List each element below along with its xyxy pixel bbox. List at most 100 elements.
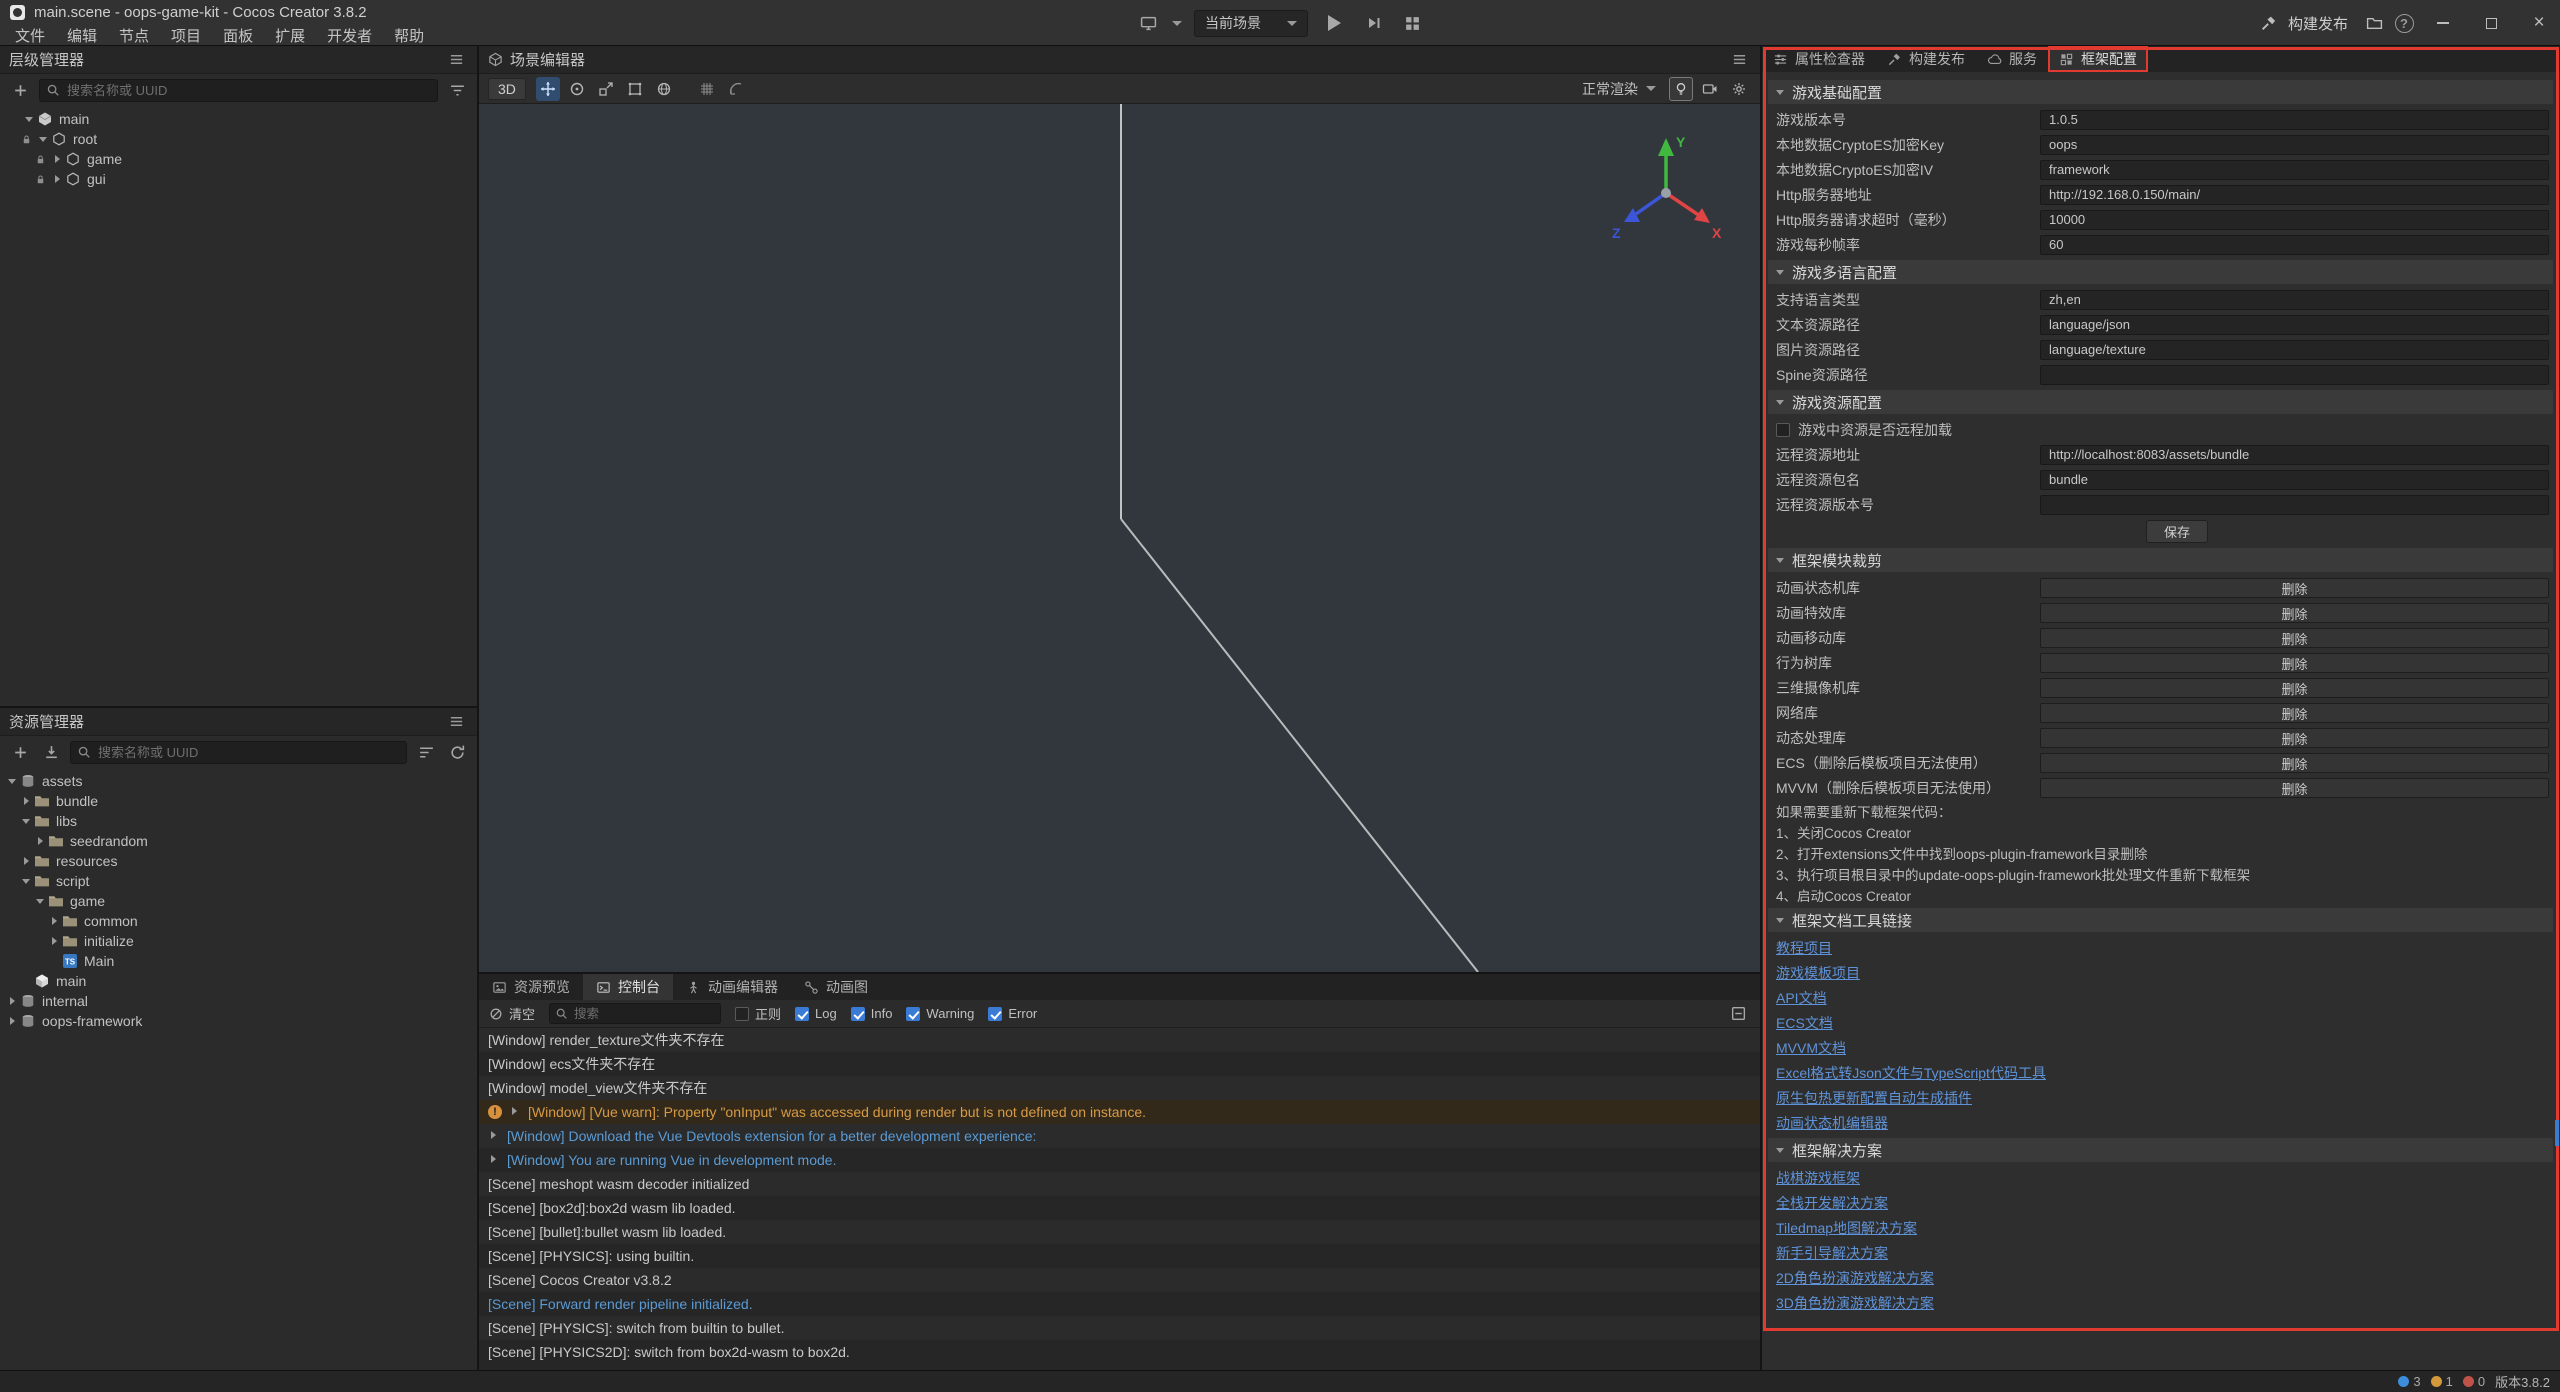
preview-caret-icon[interactable] — [1172, 21, 1182, 26]
delete-button[interactable]: 删除 — [2040, 678, 2549, 698]
doc-link[interactable]: Excel格式转Json文件与TypeScript代码工具 — [1776, 1063, 2046, 1083]
console-tab[interactable]: 动画图 — [791, 974, 881, 1000]
log-row[interactable]: [Scene] meshopt wasm decoder initialized — [479, 1172, 1760, 1196]
chevron-right-icon[interactable] — [32, 832, 48, 850]
tree-item[interactable]: game — [0, 149, 477, 169]
section-header[interactable]: 游戏多语言配置 — [1768, 260, 2553, 284]
section-header[interactable]: 框架文档工具链接 — [1768, 908, 2553, 932]
doc-link[interactable]: Tiledmap地图解决方案 — [1776, 1218, 1917, 1238]
log-row[interactable]: [Scene] [PHYSICS]: using builtin. — [479, 1244, 1760, 1268]
chevron-right-icon[interactable] — [4, 992, 20, 1010]
expand-chevron-icon[interactable] — [509, 1106, 521, 1118]
transform-space-button[interactable] — [652, 77, 676, 101]
filter-icon[interactable] — [445, 78, 469, 102]
tree-item[interactable]: seedrandom — [0, 831, 477, 851]
doc-link[interactable]: 动画状态机编辑器 — [1776, 1113, 1888, 1133]
menu-item[interactable]: 帮助 — [383, 24, 435, 46]
panel-menu-icon[interactable] — [1727, 48, 1751, 72]
tree-item[interactable]: oops-framework — [0, 1011, 477, 1031]
scene-select[interactable]: 当前场景 — [1194, 10, 1308, 37]
property-input[interactable] — [2040, 340, 2549, 360]
tree-item[interactable]: common — [0, 911, 477, 931]
rotate-tool-button[interactable] — [565, 77, 589, 101]
remote-load-checkbox[interactable] — [1776, 423, 1790, 437]
save-button[interactable]: 保存 — [2146, 520, 2208, 543]
chevron-right-icon[interactable] — [49, 150, 65, 168]
filter-info[interactable]: Info — [851, 1006, 893, 1021]
menu-item[interactable]: 文件 — [4, 24, 56, 46]
move-tool-button[interactable] — [536, 77, 560, 101]
property-input[interactable] — [2040, 470, 2549, 490]
doc-link[interactable]: 2D角色扮演游戏解决方案 — [1776, 1268, 1934, 1288]
doc-link[interactable]: 3D角色扮演游戏解决方案 — [1776, 1293, 1934, 1313]
log-row[interactable]: [Scene] [box2d]:box2d wasm lib loaded. — [479, 1196, 1760, 1220]
chevron-right-icon[interactable] — [49, 170, 65, 188]
property-input[interactable] — [2040, 445, 2549, 465]
log-row[interactable]: [Scene] [PHYSICS2D]: switch from box2d-w… — [479, 1340, 1760, 1364]
light-toggle-button[interactable] — [1669, 77, 1693, 101]
console-tab[interactable]: 动画编辑器 — [673, 974, 791, 1000]
gear-icon[interactable] — [1727, 77, 1751, 101]
error-count-badge[interactable]: 0 — [2463, 1374, 2485, 1389]
section-header[interactable]: 框架解决方案 — [1768, 1138, 2553, 1162]
chevron-down-icon[interactable] — [18, 812, 34, 830]
delete-button[interactable]: 删除 — [2040, 753, 2549, 773]
inspector-scrollbar-thumb[interactable] — [2555, 1120, 2559, 1146]
inspector-tab[interactable]: 框架配置 — [2048, 46, 2148, 72]
delete-button[interactable]: 删除 — [2040, 628, 2549, 648]
chevron-down-icon[interactable] — [18, 872, 34, 890]
expand-chevron-icon[interactable] — [488, 1154, 500, 1166]
delete-button[interactable]: 删除 — [2040, 728, 2549, 748]
chevron-down-icon[interactable] — [35, 130, 51, 148]
import-asset-button[interactable] — [39, 740, 63, 764]
tree-item[interactable]: libs — [0, 811, 477, 831]
doc-link[interactable]: 新手引导解决方案 — [1776, 1243, 1888, 1263]
scene-viewport[interactable]: Y X Z — [479, 104, 1760, 972]
help-icon[interactable]: ? — [2392, 11, 2416, 35]
grid-snap-button[interactable] — [695, 77, 719, 101]
minimize-button[interactable] — [2422, 0, 2464, 46]
scale-tool-button[interactable] — [594, 77, 618, 101]
maximize-button[interactable] — [2470, 0, 2512, 46]
regex-checkbox[interactable]: 正则 — [735, 1004, 781, 1023]
layout-grid-icon[interactable] — [1400, 11, 1424, 35]
section-header[interactable]: 游戏基础配置 — [1768, 80, 2553, 104]
tree-item[interactable]: script — [0, 871, 477, 891]
build-publish-button[interactable]: 构建发布 — [2249, 8, 2356, 38]
clear-console-button[interactable]: 清空 — [489, 1004, 535, 1023]
chevron-down-icon[interactable] — [21, 110, 37, 128]
delete-button[interactable]: 删除 — [2040, 578, 2549, 598]
tree-item[interactable]: bundle — [0, 791, 477, 811]
info-count-badge[interactable]: 3 — [2398, 1374, 2420, 1389]
chevron-right-icon[interactable] — [18, 852, 34, 870]
doc-link[interactable]: ECS文档 — [1776, 1013, 1833, 1033]
doc-link[interactable]: 教程项目 — [1776, 938, 1832, 958]
log-row[interactable]: [Scene] Cocos Creator v3.8.2 — [479, 1268, 1760, 1292]
log-row[interactable]: [Window] Download the Vue Devtools exten… — [479, 1124, 1760, 1148]
warning-count-badge[interactable]: 1 — [2431, 1374, 2453, 1389]
log-row[interactable]: [Window] model_view文件夹不存在 — [479, 1076, 1760, 1100]
collapse-logs-icon[interactable] — [1726, 1002, 1750, 1026]
doc-link[interactable]: 战棋游戏框架 — [1776, 1168, 1860, 1188]
hierarchy-search-input[interactable] — [39, 79, 438, 102]
menu-item[interactable]: 项目 — [160, 24, 212, 46]
log-row[interactable]: [Window] ecs文件夹不存在 — [479, 1052, 1760, 1076]
property-input[interactable] — [2040, 315, 2549, 335]
menu-item[interactable]: 节点 — [108, 24, 160, 46]
console-tab[interactable]: 控制台 — [583, 974, 673, 1000]
add-asset-button[interactable] — [8, 740, 32, 764]
console-tab[interactable]: 资源预览 — [479, 974, 583, 1000]
chevron-right-icon[interactable] — [4, 1012, 20, 1030]
add-node-button[interactable] — [8, 78, 32, 102]
delete-button[interactable]: 删除 — [2040, 703, 2549, 723]
tree-item[interactable]: TSMain — [0, 951, 477, 971]
inspector-tab[interactable]: 属性检查器 — [1762, 46, 1876, 72]
rotation-snap-button[interactable] — [724, 77, 748, 101]
inspector-tab[interactable]: 服务 — [1976, 46, 2048, 72]
tree-item[interactable]: gui — [0, 169, 477, 189]
doc-link[interactable]: API文档 — [1776, 988, 1827, 1008]
sort-icon[interactable] — [414, 740, 438, 764]
preview-device-icon[interactable] — [1136, 11, 1160, 35]
tree-item[interactable]: root — [0, 129, 477, 149]
assets-search-input[interactable] — [70, 741, 407, 764]
